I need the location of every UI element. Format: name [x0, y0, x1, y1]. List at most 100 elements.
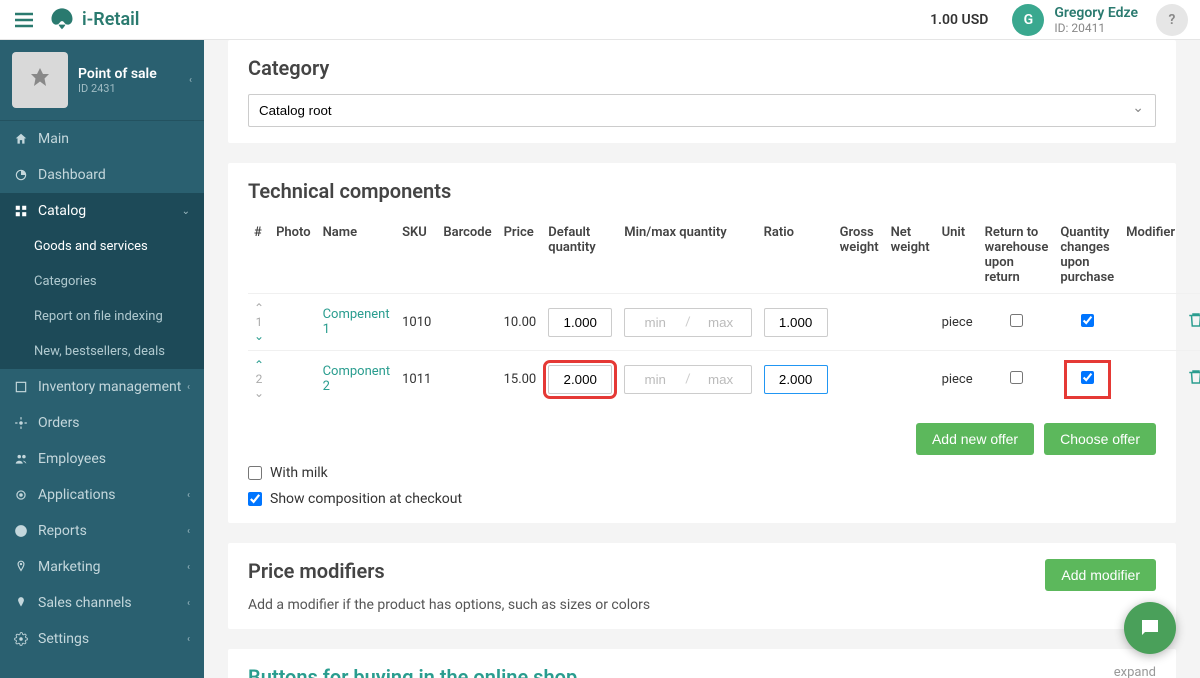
minmax-input[interactable]: / [624, 308, 751, 337]
move-up-icon[interactable]: ⌃ [254, 359, 264, 371]
return-checkbox[interactable] [1010, 371, 1023, 384]
qty-change-checkbox[interactable] [1081, 371, 1094, 384]
qty-change-checkbox[interactable] [1081, 314, 1094, 327]
sidebar-item-label: Employees [38, 451, 106, 467]
choose-offer-button[interactable]: Choose offer [1044, 423, 1156, 455]
sidebar-item-inventory[interactable]: Inventory management ‹ [0, 369, 204, 405]
expand-link[interactable]: expand [1114, 665, 1156, 678]
with-milk-checkbox[interactable] [248, 466, 262, 480]
chevron-left-icon: ‹ [187, 634, 190, 645]
show-composition-checkbox[interactable] [248, 492, 262, 506]
components-panel: Technical components # Photo Name SKU Ba… [228, 163, 1176, 523]
table-row: ⌃ 2 ⌄ Component 2 1011 15.00 [248, 351, 1200, 408]
sidebar-item-label: Orders [38, 415, 80, 431]
sidebar-sub-goods[interactable]: Goods and services [0, 229, 204, 264]
sidebar-item-orders[interactable]: Orders [0, 405, 204, 441]
col-price: Price [498, 217, 543, 294]
sku-cell: 1010 [396, 294, 437, 351]
return-checkbox[interactable] [1010, 314, 1023, 327]
hamburger-icon[interactable] [12, 8, 36, 32]
max-input[interactable] [695, 366, 747, 393]
price-cell: 10.00 [498, 294, 543, 351]
sidebar-item-label: Sales channels [38, 595, 132, 611]
category-title: Category [248, 56, 1156, 80]
move-down-icon[interactable]: ⌄ [254, 330, 264, 342]
main-content: Category Catalog root Technical componen… [204, 40, 1200, 678]
category-select[interactable]: Catalog root [248, 94, 1156, 127]
col-qty-change: Quantity changes upon purchase [1054, 217, 1120, 294]
min-input[interactable] [629, 309, 681, 336]
col-photo: Photo [270, 217, 317, 294]
sidebar-item-catalog[interactable]: Catalog ⌄ [0, 193, 204, 229]
col-ratio: Ratio [758, 217, 834, 294]
ratio-input[interactable] [764, 308, 828, 337]
currency-display: 1.00 USD [930, 12, 988, 28]
help-button[interactable]: ? [1156, 4, 1188, 36]
sidebar-item-marketing[interactable]: Marketing ‹ [0, 549, 204, 585]
ratio-input[interactable] [764, 365, 828, 394]
table-row: ⌃ 1 ⌄ Compenent 1 1010 10.00 [248, 294, 1200, 351]
sku-cell: 1011 [396, 351, 437, 408]
default-qty-input[interactable] [548, 308, 612, 337]
chevron-left-icon: ‹ [187, 598, 190, 609]
components-table: # Photo Name SKU Barcode Price Default q… [248, 217, 1200, 407]
chat-fab[interactable] [1124, 602, 1176, 654]
components-title: Technical components [248, 179, 1156, 203]
show-composition-label: Show composition at checkout [270, 491, 462, 507]
modifiers-panel: Add modifier Price modifiers Add a modif… [228, 543, 1176, 629]
category-panel: Category Catalog root [228, 40, 1176, 143]
modifiers-title: Price modifiers [248, 559, 1156, 583]
user-block[interactable]: Gregory Edze ID: 20411 [1054, 5, 1138, 35]
col-sku: SKU [396, 217, 437, 294]
col-gross: Gross weight [834, 217, 885, 294]
row-index: 2 [256, 373, 263, 385]
pos-selector[interactable]: Point of sale ID 2431 ‹ [0, 40, 204, 121]
sidebar-item-applications[interactable]: Applications ‹ [0, 477, 204, 513]
col-barcode: Barcode [437, 217, 497, 294]
col-net: Net weight [885, 217, 936, 294]
sidebar-item-settings[interactable]: Settings ‹ [0, 621, 204, 657]
sidebar-sub-report[interactable]: Report on file indexing [0, 299, 204, 334]
default-qty-input[interactable] [548, 365, 612, 394]
trash-icon[interactable] [1187, 318, 1200, 333]
unit-cell: piece [936, 294, 979, 351]
sidebar-item-label: Marketing [38, 559, 101, 575]
price-cell: 15.00 [498, 351, 543, 408]
sidebar-sub-new[interactable]: New, bestsellers, deals [0, 334, 204, 369]
max-input[interactable] [695, 309, 747, 336]
component-name-link[interactable]: Compenent 1 [317, 294, 397, 351]
avatar[interactable]: G [1012, 4, 1044, 36]
sidebar-item-employees[interactable]: Employees [0, 441, 204, 477]
modifiers-hint: Add a modifier if the product has option… [248, 597, 1156, 613]
col-unit: Unit [936, 217, 979, 294]
min-input[interactable] [629, 366, 681, 393]
move-down-icon[interactable]: ⌄ [254, 387, 264, 399]
buttons-section-title[interactable]: Buttons for buying in the online shop ex… [248, 665, 1156, 678]
sidebar-item-main[interactable]: Main [0, 121, 204, 157]
unit-cell: piece [936, 351, 979, 408]
pos-title: Point of sale [78, 66, 157, 82]
sidebar-item-label: Main [38, 131, 69, 147]
with-milk-label: With milk [270, 465, 328, 481]
buttons-section-panel: Buttons for buying in the online shop ex… [228, 649, 1176, 678]
sidebar-item-label: Inventory management [38, 379, 181, 395]
chevron-left-icon: ‹ [189, 75, 192, 86]
sidebar-item-label: Applications [38, 487, 116, 503]
sidebar-sub-categories[interactable]: Categories [0, 264, 204, 299]
minmax-input[interactable]: / [624, 365, 751, 394]
sidebar-item-label: Settings [38, 631, 89, 647]
brand-text: i-Retail [82, 9, 139, 30]
sidebar-item-reports[interactable]: Reports ‹ [0, 513, 204, 549]
sidebar-item-sales-channels[interactable]: Sales channels ‹ [0, 585, 204, 621]
component-name-link[interactable]: Component 2 [317, 351, 397, 408]
move-up-icon[interactable]: ⌃ [254, 302, 264, 314]
chevron-left-icon: ‹ [187, 562, 190, 573]
trash-icon[interactable] [1187, 375, 1200, 390]
sidebar-item-label: Catalog [38, 203, 86, 219]
sidebar: Point of sale ID 2431 ‹ Main Dashboard C… [0, 40, 204, 678]
add-new-offer-button[interactable]: Add new offer [916, 423, 1034, 455]
add-modifier-button[interactable]: Add modifier [1045, 559, 1156, 591]
col-return: Return to warehouse upon return [979, 217, 1055, 294]
sidebar-item-dashboard[interactable]: Dashboard [0, 157, 204, 193]
brand-logo[interactable]: i-Retail [48, 6, 139, 34]
